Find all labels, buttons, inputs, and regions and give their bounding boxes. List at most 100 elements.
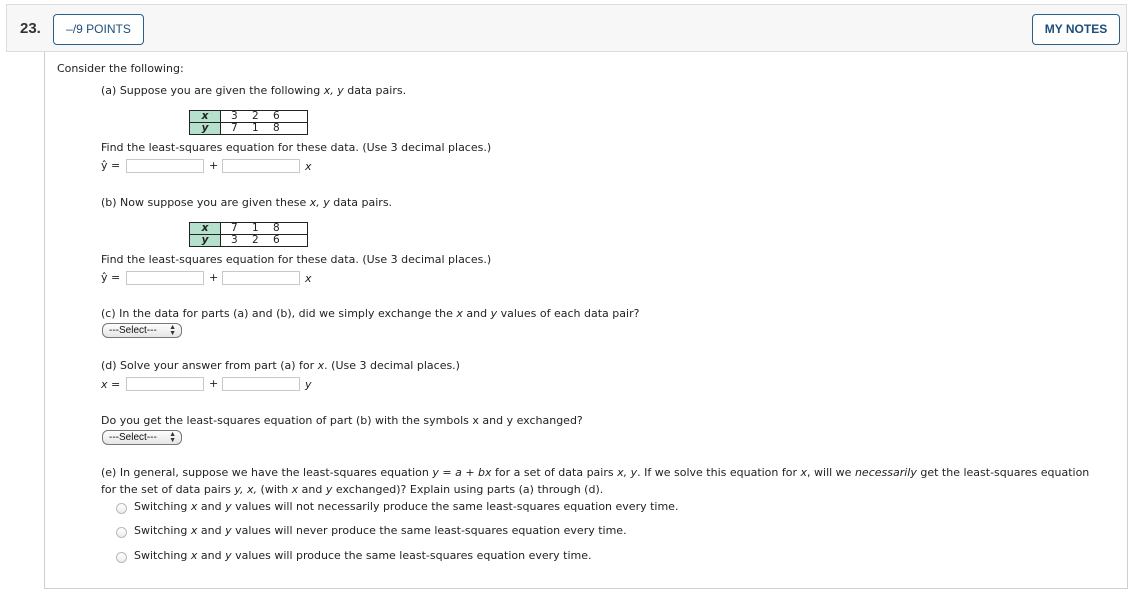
x-header: x xyxy=(189,110,221,123)
part-b-lhs: ŷ = xyxy=(101,271,121,284)
part-d-slope-input[interactable] xyxy=(222,377,300,391)
part-c-prompt-3: values of each data pair? xyxy=(497,307,640,320)
option-text: Switching xyxy=(134,524,191,537)
option-radio[interactable] xyxy=(116,552,127,563)
select-arrows-icon: ▲ ▼ xyxy=(169,324,176,337)
plus-sign: + xyxy=(209,271,219,284)
y-value: 8 xyxy=(273,122,280,134)
part-c-select[interactable]: ---Select--- ▲ ▼ xyxy=(102,323,182,338)
part-d-prompt-1: (d) Solve your answer from part (a) for xyxy=(101,359,318,372)
part-e-text: (with xyxy=(257,483,292,496)
y-value: 3 xyxy=(231,234,238,246)
option-label[interactable]: Switching x and y values will never prod… xyxy=(134,524,627,537)
part-e-text: for the set of data pairs xyxy=(101,483,235,496)
intro-text: Consider the following: xyxy=(57,62,184,75)
table-row-y: y 7 1 8 xyxy=(189,122,308,135)
part-d-prompt-2: . (Use 3 decimal places.) xyxy=(324,359,460,372)
y-header: y xyxy=(189,234,221,247)
option-text: Switching xyxy=(134,500,191,513)
part-e-line2: for the set of data pairs y, x, (with x … xyxy=(101,483,603,496)
option-text: and xyxy=(197,524,226,537)
option-label[interactable]: Switching x and y values will not necess… xyxy=(134,500,678,513)
question-header: 23. –/9 POINTS MY NOTES xyxy=(6,4,1127,52)
y-value: 7 xyxy=(231,122,238,134)
plus-sign: + xyxy=(209,377,219,390)
option-text: values will produce the same least-squar… xyxy=(231,549,592,562)
part-e-text: and xyxy=(298,483,326,496)
y-value: 2 xyxy=(252,234,259,246)
part-e-text: . If we solve this equation for xyxy=(637,466,801,479)
plus-sign: + xyxy=(209,159,219,172)
points-button[interactable]: –/9 POINTS xyxy=(53,14,144,45)
x-value: 2 xyxy=(252,110,259,122)
part-e-equation: y = a + bx xyxy=(432,466,492,479)
y-header: y xyxy=(189,122,221,135)
question-number: 23. xyxy=(20,20,41,37)
part-c-select-value: ---Select--- xyxy=(109,325,157,336)
part-a-lhs: ŷ = xyxy=(101,159,121,172)
option-text: and xyxy=(197,500,226,513)
part-a-var: x xyxy=(305,160,312,173)
y-values: 7 1 8 xyxy=(220,122,308,135)
x-value: 1 xyxy=(252,222,259,234)
part-e-line1: (e) In general, suppose we have the leas… xyxy=(101,466,1089,479)
y-values: 3 2 6 xyxy=(220,234,308,247)
select-arrows-icon: ▲ ▼ xyxy=(169,431,176,444)
x-values: 7 1 8 xyxy=(220,222,308,235)
part-c-prompt-2: and xyxy=(462,307,491,320)
part-e-vars: x, y xyxy=(617,466,638,479)
y-value: 6 xyxy=(273,234,280,246)
table-row-x: x 3 2 6 xyxy=(189,110,308,123)
table-row-y: y 3 2 6 xyxy=(189,234,308,247)
part-b-data-table: x 7 1 8 y 3 2 6 xyxy=(189,222,308,247)
part-a-data-table: x 3 2 6 y 7 1 8 xyxy=(189,110,308,135)
x-value: 3 xyxy=(231,110,238,122)
option-text: Switching xyxy=(134,549,191,562)
part-d-intercept-input[interactable] xyxy=(126,377,204,391)
part-e-text: (e) In general, suppose we have the leas… xyxy=(101,466,433,479)
part-a-slope-input[interactable] xyxy=(222,159,300,173)
part-e-text: get the least-squares equation xyxy=(916,466,1090,479)
followup-prompt: Do you get the least-squares equation of… xyxy=(101,414,583,427)
part-a-prompt-post: data pairs. xyxy=(343,84,407,97)
followup-select-value: ---Select--- xyxy=(109,432,157,443)
my-notes-button[interactable]: MY NOTES xyxy=(1032,14,1120,45)
part-e-emphasis: necessarily xyxy=(854,466,917,479)
part-d-lhs: x = xyxy=(101,378,121,391)
part-b-instruction: Find the least-squares equation for thes… xyxy=(101,253,492,266)
part-b-var: x xyxy=(305,272,312,285)
option-radio[interactable] xyxy=(116,503,127,514)
option-radio[interactable] xyxy=(116,527,127,538)
option-text: values will never produce the same least… xyxy=(231,524,627,537)
part-e-text: , will we xyxy=(807,466,855,479)
part-b-prompt-post: data pairs. xyxy=(329,196,393,209)
y-value: 1 xyxy=(252,122,259,134)
part-b-intercept-input[interactable] xyxy=(126,271,204,285)
part-b-prompt: (b) Now suppose you are given these x, y… xyxy=(101,196,392,209)
part-c-prompt: (c) In the data for parts (a) and (b), d… xyxy=(101,307,639,320)
part-b-prompt-pre: (b) Now suppose you are given these xyxy=(101,196,310,209)
option-text: values will not necessarily produce the … xyxy=(231,500,679,513)
part-d-prompt: (d) Solve your answer from part (a) for … xyxy=(101,359,460,372)
x-value: 8 xyxy=(273,222,280,234)
part-e-vars: y, x, xyxy=(234,483,258,496)
option-text: and xyxy=(197,549,226,562)
part-a-prompt-pre: (a) Suppose you are given the following xyxy=(101,84,324,97)
part-b-slope-input[interactable] xyxy=(222,271,300,285)
part-b-prompt-vars: x, y xyxy=(309,196,330,209)
x-value: 6 xyxy=(273,110,280,122)
part-a-instruction: Find the least-squares equation for thes… xyxy=(101,141,492,154)
x-header: x xyxy=(189,222,221,235)
option-label[interactable]: Switching x and y values will produce th… xyxy=(134,549,592,562)
x-value: 7 xyxy=(231,222,238,234)
table-row-x: x 7 1 8 xyxy=(189,222,308,235)
part-d-rhs-var: y xyxy=(305,378,312,391)
part-e-text: exchanged)? Explain using parts (a) thro… xyxy=(332,483,604,496)
part-c-prompt-1: (c) In the data for parts (a) and (b), d… xyxy=(101,307,457,320)
part-a-prompt: (a) Suppose you are given the following … xyxy=(101,84,406,97)
part-e-text: for a set of data pairs xyxy=(491,466,618,479)
x-values: 3 2 6 xyxy=(220,110,308,123)
followup-select[interactable]: ---Select--- ▲ ▼ xyxy=(102,430,182,445)
part-a-prompt-vars: x, y xyxy=(323,84,344,97)
part-a-intercept-input[interactable] xyxy=(126,159,204,173)
